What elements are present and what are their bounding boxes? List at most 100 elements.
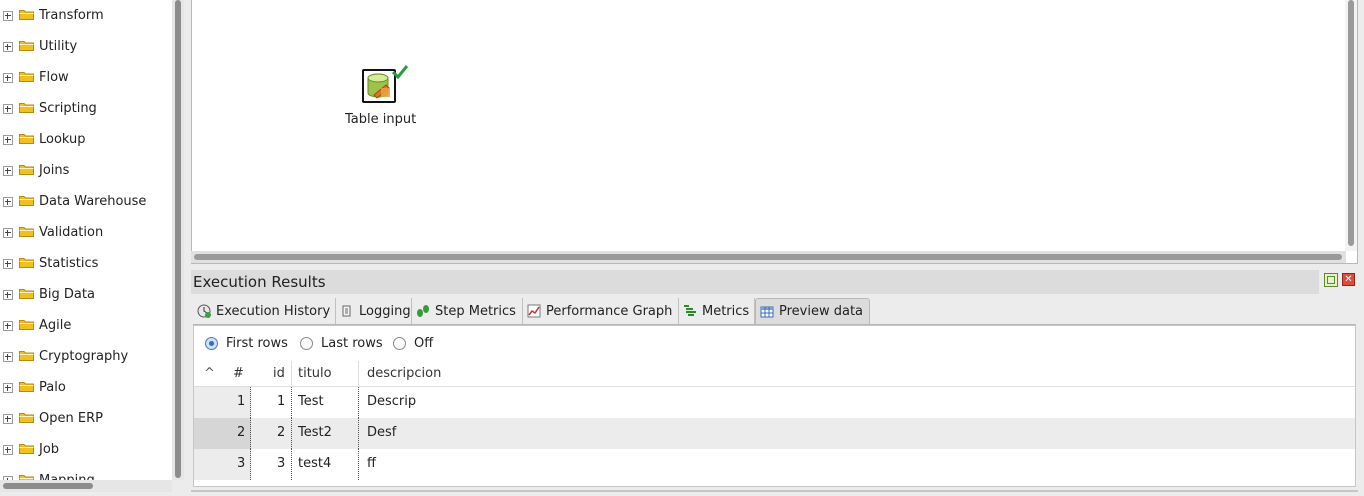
tab-preview-data-label: Preview data [779, 304, 864, 319]
history-icon [197, 304, 211, 318]
expand-icon[interactable] [3, 72, 13, 83]
tab-execution-history[interactable]: Execution History [193, 298, 336, 324]
expand-icon[interactable] [3, 103, 13, 114]
close-icon[interactable]: ✕ [1342, 273, 1355, 286]
folder-icon [19, 444, 34, 454]
tree-item-label: Scripting [39, 101, 97, 116]
steps-tree: Transform Utility Flow Scripting Lookup Joins… [0, 0, 172, 480]
execution-results-header: Execution Results [191, 270, 1319, 294]
tree-item-label: Job [39, 442, 60, 457]
radio-last-rows[interactable]: Last rows [300, 336, 383, 351]
tree-item-label: Statistics [39, 256, 99, 271]
step-label: Table input [345, 112, 417, 127]
expand-icon[interactable] [3, 227, 13, 238]
header-separator [291, 361, 292, 386]
tab-performance-graph[interactable]: Performance Graph [523, 298, 679, 324]
column-header-titulo[interactable]: titulo [298, 366, 332, 381]
tab-metrics[interactable]: Metrics [679, 298, 755, 324]
expand-icon[interactable] [3, 289, 13, 300]
tree-item-scripting[interactable]: Scripting [0, 93, 172, 124]
sort-column-header[interactable]: ^ [204, 366, 215, 381]
tree-vertical-scrollbar[interactable] [172, 0, 184, 480]
expand-icon[interactable] [3, 413, 13, 424]
folder-icon [19, 196, 34, 206]
radio-off-control[interactable] [393, 337, 406, 350]
tree-item-label: Cryptography [39, 349, 129, 364]
table-icon [760, 305, 774, 319]
tree-horizontal-scroll-thumb[interactable] [3, 483, 93, 489]
folder-icon [19, 103, 34, 113]
tree-item-utility[interactable]: Utility [0, 31, 172, 62]
column-separator [250, 449, 251, 480]
column-separator [250, 387, 251, 418]
expand-icon[interactable] [3, 134, 13, 145]
column-header-descripcion[interactable]: descripcion [367, 366, 441, 381]
expand-icon[interactable] [3, 444, 13, 455]
folder-icon [19, 289, 34, 299]
expand-icon[interactable] [3, 351, 13, 362]
tab-metrics-label: Metrics [702, 303, 750, 319]
tab-preview-data[interactable]: Preview data [755, 298, 870, 324]
expand-icon[interactable] [3, 320, 13, 331]
expand-icon[interactable] [3, 382, 13, 393]
row-number-cell: 3 [237, 456, 246, 471]
column-header-id[interactable]: id [273, 366, 285, 381]
tree-item-validation[interactable]: Validation [0, 217, 172, 248]
tree-item-flow[interactable]: Flow [0, 62, 172, 93]
expand-icon[interactable] [3, 10, 13, 21]
radio-off[interactable]: Off [393, 336, 433, 351]
expand-icon[interactable] [3, 165, 13, 176]
tree-item-big-data[interactable]: Big Data [0, 279, 172, 310]
column-separator [250, 418, 251, 449]
tab-step-metrics-label: Step Metrics [435, 303, 516, 319]
table-row[interactable]: 3 3 test4 ff [194, 449, 1355, 480]
tree-item-data-warehouse[interactable]: Data Warehouse [0, 186, 172, 217]
tree-item-label: Lookup [39, 132, 86, 147]
table-input-step[interactable] [362, 65, 408, 109]
tree-vertical-scroll-thumb[interactable] [175, 0, 181, 478]
header-separator [358, 361, 359, 386]
table-input-icon[interactable] [362, 69, 396, 103]
folder-icon [19, 10, 34, 20]
tree-item-joins[interactable]: Joins [0, 155, 172, 186]
radio-last-rows-control[interactable] [300, 337, 313, 350]
expand-icon[interactable] [3, 41, 13, 52]
tree-item-job[interactable]: Job [0, 434, 172, 465]
descripcion-cell: ff [367, 456, 376, 471]
maximize-icon[interactable] [1324, 273, 1338, 287]
tree-item-mapping[interactable]: Mapping [0, 465, 172, 480]
tree-horizontal-scrollbar[interactable] [0, 480, 172, 492]
tree-item-statistics[interactable]: Statistics [0, 248, 172, 279]
expand-icon[interactable] [3, 258, 13, 269]
table-row[interactable]: 1 1 Test Descrip [194, 387, 1355, 418]
tab-performance-graph-label: Performance Graph [546, 303, 673, 319]
column-header-row-number[interactable]: # [233, 366, 244, 381]
tree-item-label: Open ERP [39, 411, 103, 426]
results-tab-bar: Execution History Logging Step Metrics P… [193, 298, 1356, 325]
tree-item-agile[interactable]: Agile [0, 310, 172, 341]
id-cell: 3 [277, 456, 286, 471]
descripcion-cell: Desf [367, 425, 397, 440]
folder-icon [19, 351, 34, 361]
column-separator [358, 418, 359, 449]
tree-item-label: Flow [39, 70, 69, 85]
expand-icon[interactable] [3, 196, 13, 207]
tree-item-open-erp[interactable]: Open ERP [0, 403, 172, 434]
tree-item-palo[interactable]: Palo [0, 372, 172, 403]
transformation-canvas[interactable] [191, 0, 1358, 264]
folder-icon [19, 134, 34, 144]
tab-logging[interactable]: Logging [336, 298, 412, 324]
radio-first-rows[interactable]: First rows [205, 336, 288, 351]
tree-item-cryptography[interactable]: Cryptography [0, 341, 172, 372]
table-row[interactable]: 2 2 Test2 Desf [194, 418, 1355, 449]
descripcion-cell: Descrip [367, 394, 417, 409]
tree-item-lookup[interactable]: Lookup [0, 124, 172, 155]
preview-data-panel: First rows Last rows Off ^ # id titulo d… [193, 325, 1356, 487]
step-metrics-icon [416, 304, 430, 318]
tree-item-transform[interactable]: Transform [0, 0, 172, 31]
tree-item-label: Mapping [39, 473, 95, 480]
radio-first-rows-control[interactable] [205, 337, 218, 350]
tab-step-metrics[interactable]: Step Metrics [412, 298, 523, 324]
folder-icon [19, 258, 34, 268]
folder-icon [19, 72, 34, 82]
